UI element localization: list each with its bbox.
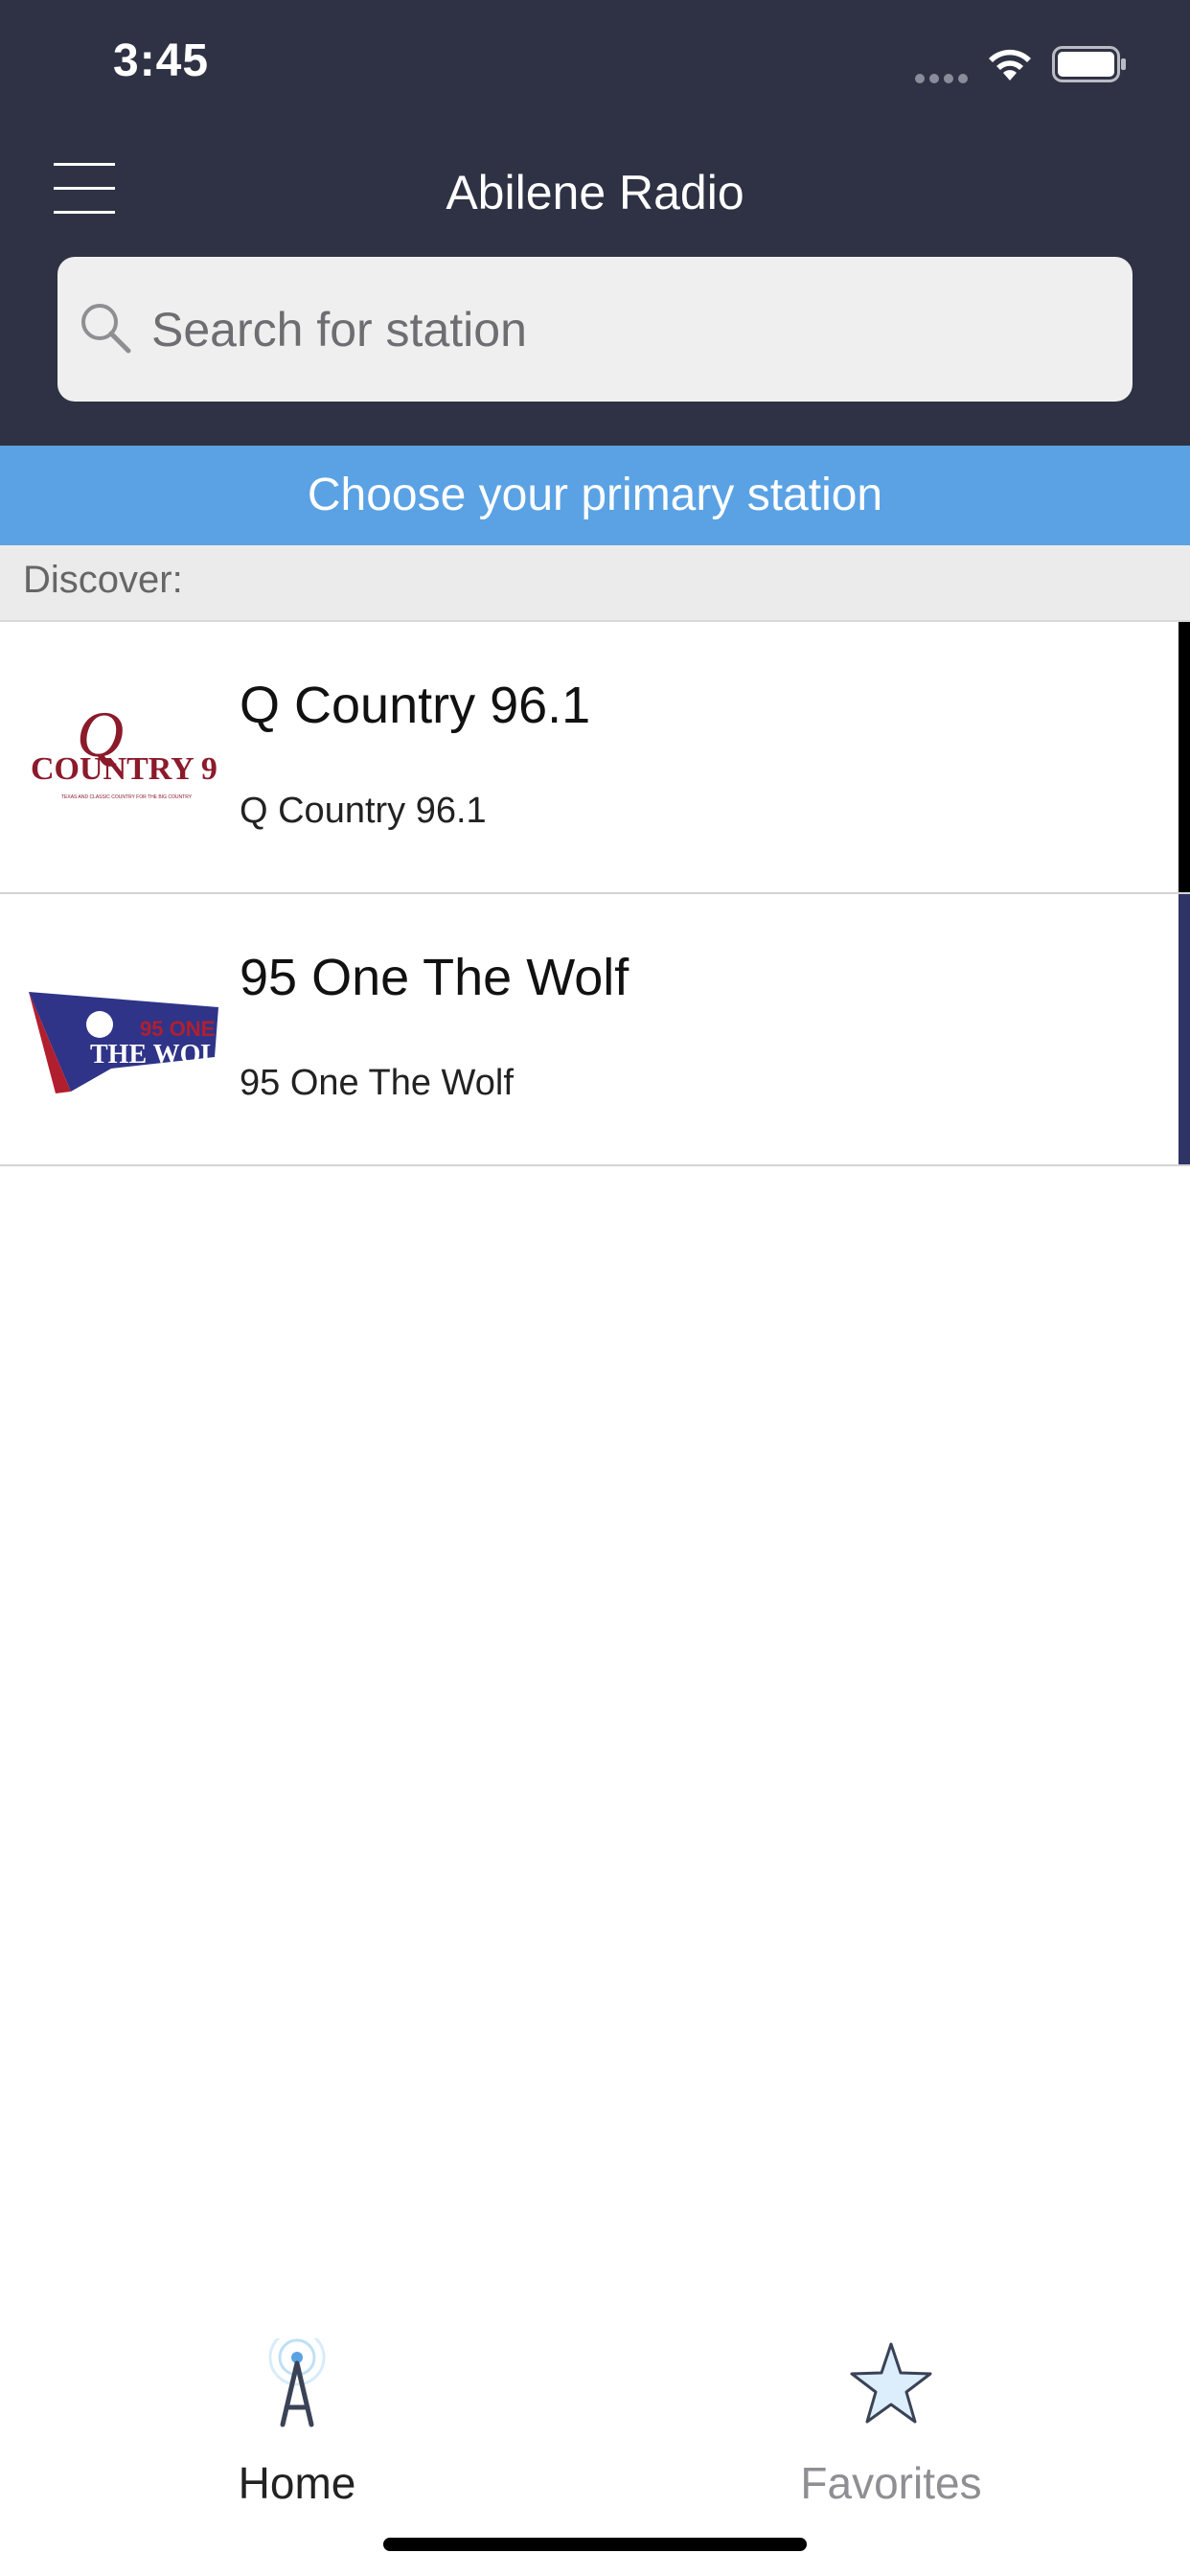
station-subtitle: Q Country 96.1 [240,791,487,831]
row-edge-marker [1179,894,1190,1164]
station-name: Q Country 96.1 [240,677,591,734]
tab-favorites[interactable]: Favorites [747,2338,1035,2508]
search-bar[interactable] [57,257,1133,402]
tab-home[interactable]: Home [153,2338,441,2508]
search-input[interactable] [149,295,1092,364]
station-name: 95 One The Wolf [240,949,629,1006]
logo-text-bottom: THE WOLF [90,1040,218,1070]
status-time: 3:45 [113,35,210,86]
battery-icon [1052,46,1126,82]
station-row-q-country[interactable]: Q COUNTRY 96.1 TEXAS AND CLASSIC COUNTRY… [0,622,1190,894]
discover-section-header: Discover: [0,545,1190,622]
logo-text: COUNTRY 96.1 [31,751,218,787]
row-edge-marker [1179,622,1190,892]
cellular-signal-icon [915,71,973,83]
choose-primary-station-banner[interactable]: Choose your primary station [0,446,1190,545]
search-icon [81,304,131,354]
star-icon [850,2342,932,2424]
section-label: Discover: [23,559,183,601]
station-row-the-wolf[interactable]: 95 ONE THE WOLF 95 One The Wolf 95 One T… [0,894,1190,1166]
tab-bar: Home Favorites [0,2300,1190,2576]
app-title: Abilene Radio [446,166,744,219]
tab-label: Favorites [800,2458,982,2508]
tab-label: Home [238,2458,356,2508]
home-indicator[interactable] [383,2538,807,2551]
station-subtitle: 95 One The Wolf [240,1063,514,1103]
app-header: 3:45 Abilene Radio [0,0,1190,446]
radio-tower-icon [268,2338,326,2427]
logo-tagline: TEXAS AND CLASSIC COUNTRY FOR THE BIG CO… [61,794,193,800]
q-country-logo: Q COUNTRY 96.1 TEXAS AND CLASSIC COUNTRY… [27,685,218,829]
wifi-icon [989,49,1031,80]
the-wolf-logo: 95 ONE THE WOLF [27,957,218,1101]
logo-text-top: 95 ONE [140,1017,215,1041]
